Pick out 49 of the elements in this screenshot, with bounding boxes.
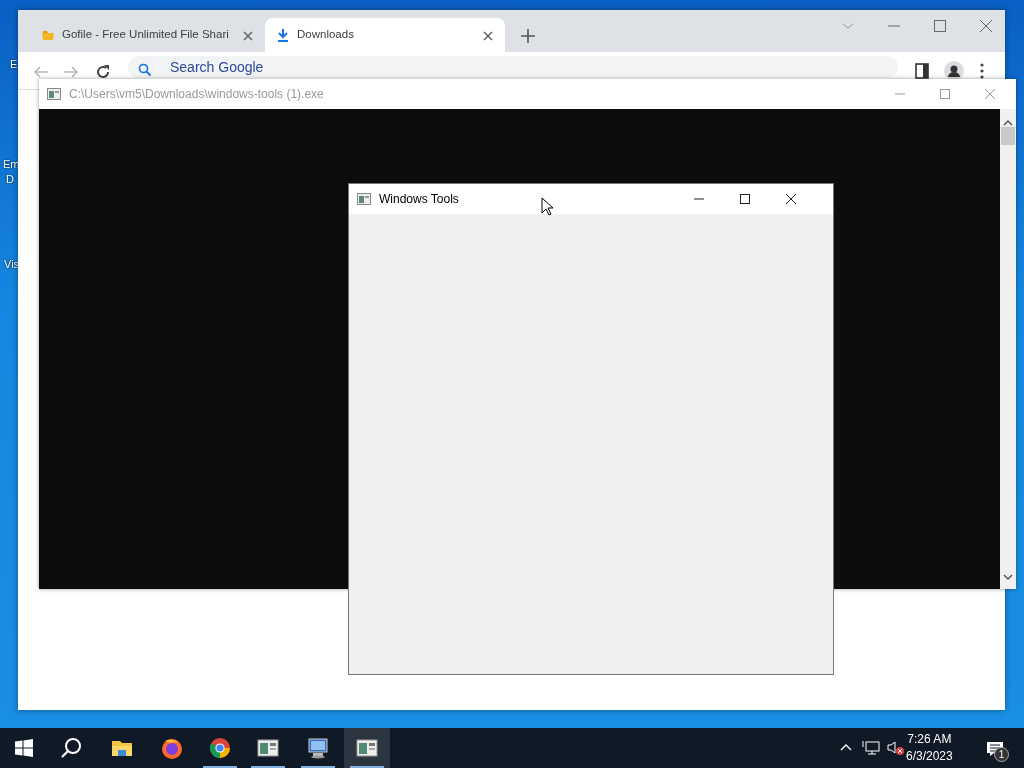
download-icon	[277, 28, 289, 42]
close-icon	[785, 193, 797, 205]
maximize-icon	[739, 193, 751, 205]
reload-icon	[95, 64, 111, 80]
reload-button[interactable]	[94, 63, 112, 81]
browser-tab[interactable]: Gofile - Free Unlimited File Shari	[30, 18, 265, 52]
computer-icon	[307, 737, 329, 759]
search-icon	[60, 737, 82, 759]
network-button[interactable]	[861, 739, 881, 757]
taskbar-app-button[interactable]	[344, 728, 390, 768]
windows-logo-icon	[15, 739, 33, 757]
close-icon	[984, 88, 996, 100]
menu-icon	[980, 63, 984, 79]
volume-button[interactable]	[886, 739, 906, 757]
new-tab-button[interactable]	[518, 26, 538, 46]
maximize-icon	[939, 88, 951, 100]
desktop-icon-label[interactable]: E	[10, 58, 18, 71]
back-icon	[33, 64, 49, 80]
forward-icon	[63, 64, 79, 80]
close-icon[interactable]	[483, 30, 493, 41]
window-title: C:\Users\vm5\Downloads\windows-tools (1).exe	[69, 86, 324, 103]
app-icon	[47, 88, 61, 100]
desktop-icon-label[interactable]: Em	[3, 158, 20, 171]
plus-icon	[521, 29, 535, 43]
notifications-button[interactable]: 1	[980, 736, 1010, 762]
app-icon	[356, 737, 378, 759]
chevron-up-icon	[840, 743, 852, 751]
app-icon	[357, 193, 371, 205]
address-bar[interactable]: Search Google	[128, 56, 898, 78]
browser-tab[interactable]: Downloads	[265, 18, 505, 52]
close-icon	[979, 19, 993, 33]
firefox-icon	[161, 737, 183, 759]
chrome-icon	[209, 737, 231, 759]
clock-date[interactable]: 6/3/2023	[906, 748, 953, 765]
desktop-icon-label[interactable]: Vis	[4, 258, 20, 271]
close-icon[interactable]	[243, 30, 253, 41]
clock-time[interactable]: 7:26 AM	[906, 731, 953, 748]
notification-count-badge: 1	[994, 747, 1009, 762]
search-icon	[138, 62, 152, 77]
folder-icon	[42, 30, 54, 40]
network-icon	[862, 740, 880, 756]
muted-speaker-icon	[887, 740, 905, 756]
scrollbar-thumb[interactable]	[1001, 127, 1015, 145]
app-icon	[257, 737, 279, 759]
side-panel-icon	[915, 63, 931, 79]
window-title: Windows Tools	[379, 191, 459, 208]
maximize-icon	[933, 19, 947, 33]
desktop-icon-label[interactable]: D	[6, 173, 14, 186]
scrollbar[interactable]	[1000, 109, 1016, 589]
